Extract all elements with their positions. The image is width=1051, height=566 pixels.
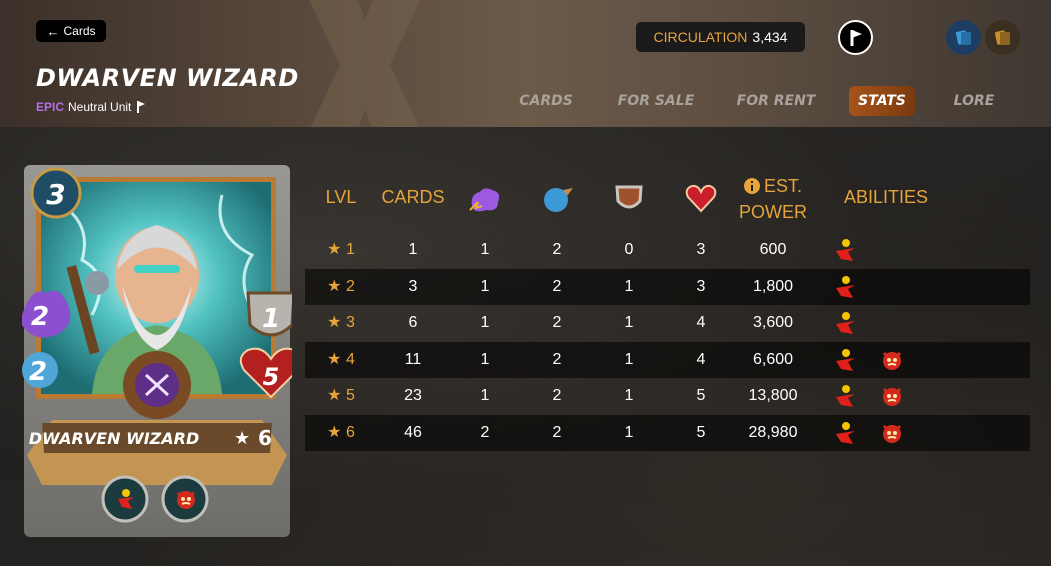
table-row: ★ 6 46 2 2 1 5 28,980 — [305, 414, 1030, 451]
cell-cards: 6 — [408, 314, 418, 331]
cell-cards: 3 — [408, 277, 418, 295]
table-row: ★ 2 3 1 2 1 3 1,800 — [305, 268, 1030, 305]
circulation-value: 3,434 — [752, 29, 788, 45]
demoralize-icon[interactable] — [174, 487, 198, 511]
header-power-line2: POWER — [738, 202, 807, 222]
blast-icon[interactable] — [833, 347, 859, 373]
cell-cards: 46 — [404, 423, 422, 441]
blue-cards-icon[interactable] — [946, 20, 981, 55]
header-lvl: LVL — [325, 187, 357, 207]
edition-icon[interactable] — [838, 20, 873, 55]
blast-icon[interactable] — [114, 487, 138, 511]
card-mana-value: 3 — [46, 178, 65, 211]
back-to-cards-button[interactable]: ← Cards — [36, 20, 106, 42]
cell-armor: 1 — [624, 423, 634, 441]
tab-lore[interactable]: LORE — [945, 86, 1003, 116]
cell-power: 6,600 — [752, 350, 794, 368]
arrow-left-icon: ← — [46, 23, 60, 39]
cell-power: 28,980 — [748, 423, 798, 441]
cell-magic: 2 — [480, 423, 490, 441]
cell-lvl: ★ 3 — [327, 314, 355, 331]
cell-armor: 0 — [624, 241, 634, 258]
cell-speed: 2 — [552, 423, 562, 441]
cell-armor: 1 — [624, 314, 634, 331]
cell-lvl: ★ 2 — [327, 277, 355, 295]
tab-for-rent[interactable]: FOR RENT — [732, 86, 820, 116]
tab-stats[interactable]: STATS — [849, 86, 915, 116]
header-abilities: ABILITIES — [843, 187, 929, 207]
tab-for-sale[interactable]: FOR SALE — [611, 86, 701, 116]
info-icon[interactable] — [743, 178, 760, 194]
demoralize-icon[interactable] — [879, 383, 905, 409]
card-image: DWARVEN WIZARD ★ 6 3 2 2 1 5 — [22, 165, 303, 539]
card-armor-value: 1 — [262, 304, 280, 334]
card-name-text: DWARVEN WIZARD — [29, 429, 200, 448]
blast-icon[interactable] — [833, 237, 859, 263]
cell-power: 3,600 — [752, 314, 794, 331]
cell-health: 3 — [696, 277, 706, 295]
cell-lvl: ★ 5 — [327, 387, 355, 404]
cell-power: 1,800 — [752, 277, 794, 295]
blast-icon[interactable] — [833, 310, 859, 336]
header-banner: ← Cards DWARVEN WIZARD EPIC Neutral Unit… — [0, 0, 1051, 127]
cell-health: 4 — [696, 314, 706, 331]
cell-speed: 2 — [552, 241, 562, 258]
table-row: ★ 3 6 1 2 1 4 3,600 — [305, 305, 1030, 341]
back-button-label: Cards — [63, 24, 96, 38]
cell-health: 5 — [696, 387, 706, 404]
cell-magic: 1 — [480, 314, 490, 331]
tab-cards[interactable]: CARDS — [506, 86, 586, 116]
card-magic-value: 2 — [31, 302, 49, 332]
header-power-line1: EST. — [763, 176, 802, 196]
cell-speed: 2 — [552, 277, 562, 295]
tab-bar: CARDS FOR SALE FOR RENT STATS LORE — [0, 86, 1051, 116]
demoralize-icon[interactable] — [879, 347, 905, 373]
gold-cards-icon[interactable] — [985, 20, 1020, 55]
pointer-flag-icon — [850, 29, 862, 46]
blast-icon[interactable] — [833, 383, 859, 409]
blast-icon[interactable] — [833, 420, 859, 446]
card-speed-value: 2 — [29, 357, 47, 387]
cell-cards: 11 — [404, 350, 422, 368]
cell-lvl: ★ 1 — [327, 241, 355, 258]
cell-lvl: ★ 6 — [327, 423, 355, 441]
table-row: ★ 1 1 1 2 0 3 600 — [305, 232, 1030, 268]
cell-magic: 1 — [480, 241, 490, 258]
cell-cards: 1 — [408, 241, 418, 258]
circulation-label: CIRCULATION — [653, 29, 748, 45]
cell-health: 5 — [696, 423, 706, 441]
cell-health: 4 — [696, 350, 706, 368]
cell-power: 13,800 — [748, 387, 798, 404]
cell-magic: 1 — [480, 387, 490, 404]
table-header: LVL CARDS EST. POWER ABILITIES — [305, 170, 1030, 230]
cell-power: 600 — [759, 241, 787, 258]
card-artwork: DWARVEN WIZARD ★ 6 3 2 2 1 5 — [22, 165, 303, 537]
circulation-badge: CIRCULATION 3,434 — [636, 22, 805, 52]
cell-lvl: ★ 4 — [327, 350, 355, 368]
demoralize-icon[interactable] — [879, 420, 905, 446]
cell-magic: 1 — [480, 277, 490, 295]
speed-icon — [544, 188, 573, 212]
cell-cards: 23 — [404, 387, 422, 404]
card-health-value: 5 — [263, 363, 280, 391]
cell-magic: 1 — [480, 350, 490, 368]
header-est-power: EST. POWER — [735, 174, 811, 224]
table-row: ★ 5 23 1 2 1 5 13,800 — [305, 378, 1030, 414]
svg-text:★: ★ — [234, 428, 250, 449]
cell-armor: 1 — [624, 277, 634, 295]
armor-icon — [615, 185, 643, 209]
health-icon — [685, 184, 717, 213]
cell-armor: 1 — [624, 387, 634, 404]
cell-armor: 1 — [624, 350, 634, 368]
table-row: ★ 4 11 1 2 1 4 6,600 — [305, 341, 1030, 378]
cell-speed: 2 — [552, 314, 562, 331]
header-cards: CARDS — [381, 187, 445, 207]
magic-icon — [469, 188, 500, 212]
blast-icon[interactable] — [833, 274, 859, 300]
card-level-text: 6 — [258, 426, 272, 450]
cell-speed: 2 — [552, 350, 562, 368]
cell-health: 3 — [696, 241, 706, 258]
cell-speed: 2 — [552, 387, 562, 404]
